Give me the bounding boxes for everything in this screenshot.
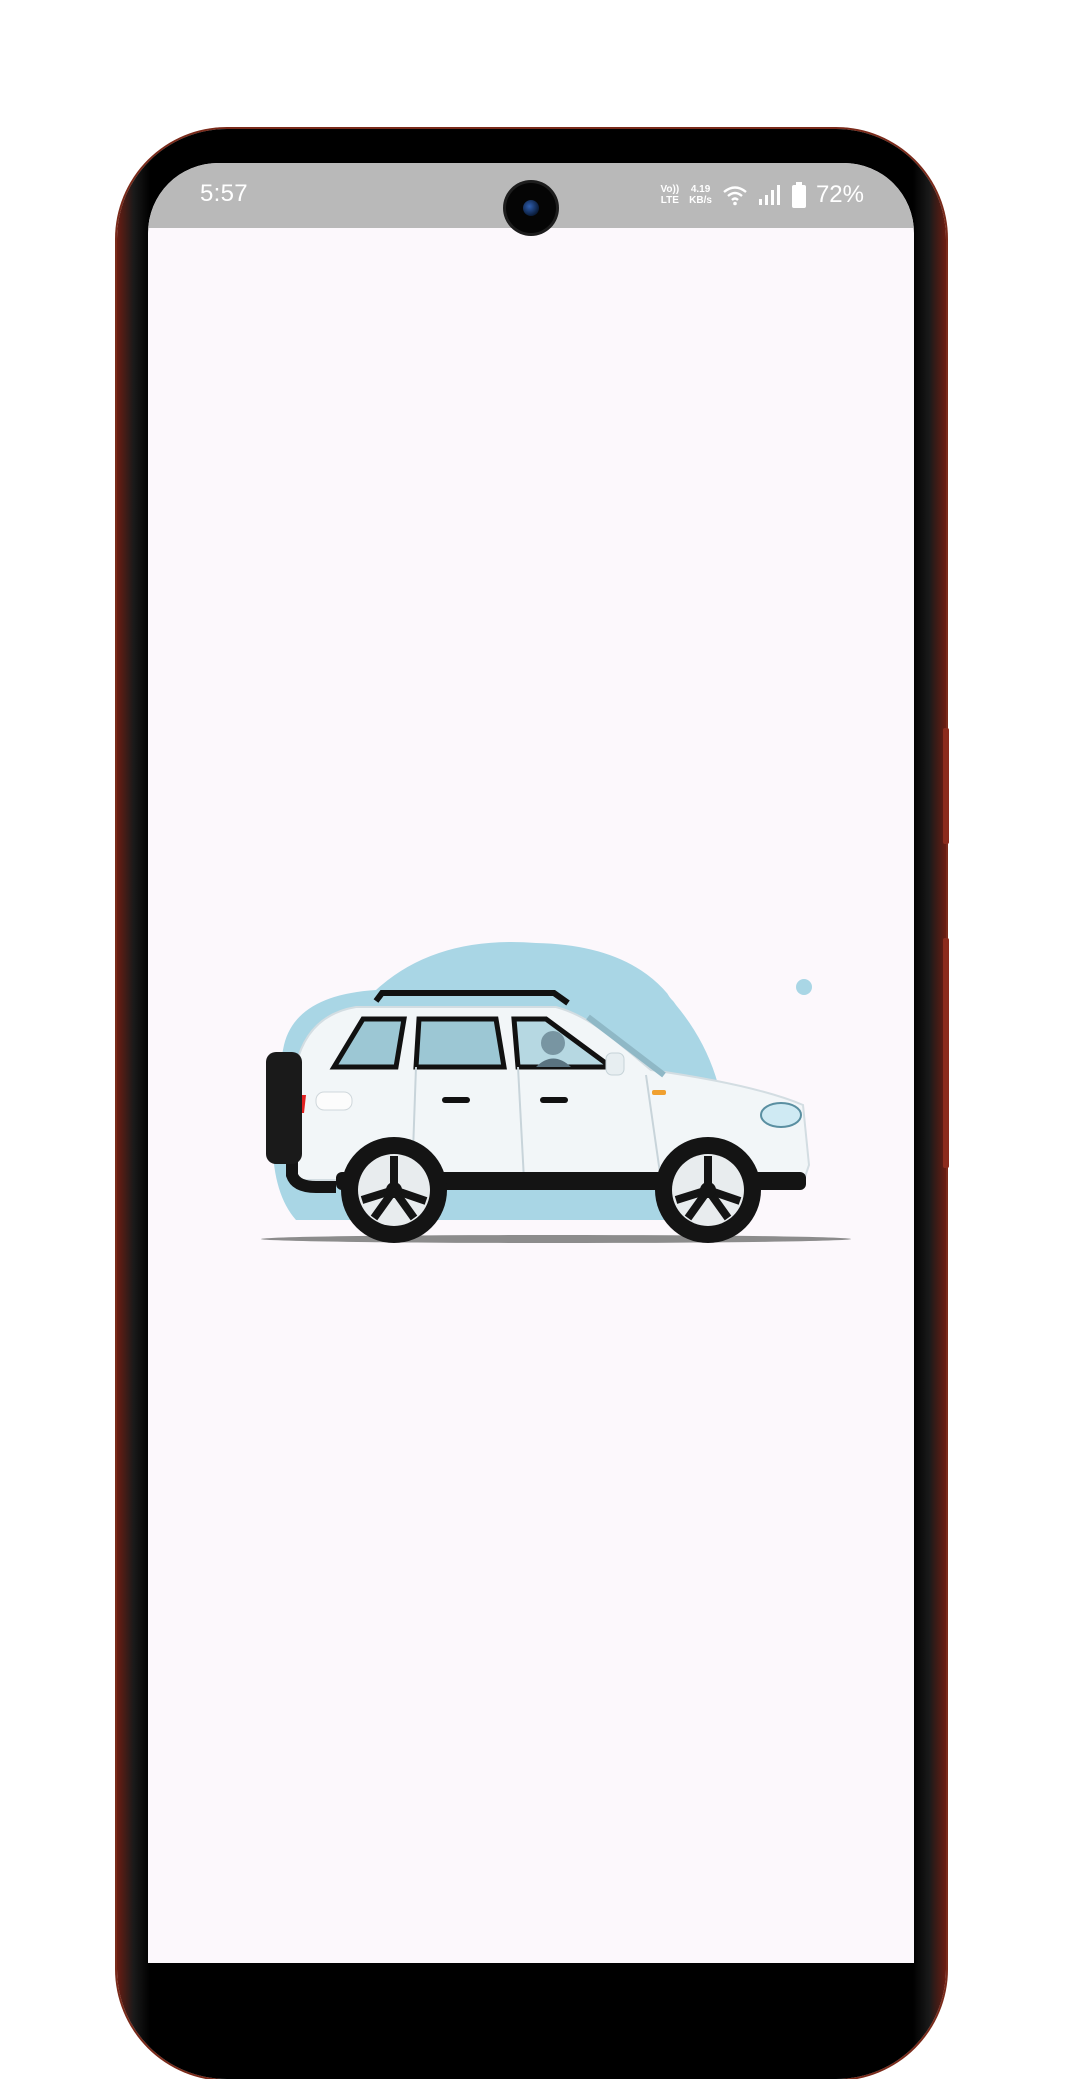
ground-shadow (261, 1235, 851, 1243)
front-wheel (655, 1137, 761, 1243)
power-button (943, 938, 949, 1168)
front-camera (506, 183, 556, 233)
bubble-small (796, 979, 812, 995)
car-illustration (261, 941, 851, 1243)
rear-wheel (341, 1137, 447, 1243)
indicator-light (652, 1090, 666, 1095)
signal-icon (758, 184, 782, 206)
network-speed: 4.19 KB/s (689, 184, 712, 206)
middle-window (413, 1016, 507, 1070)
spare-wheel (266, 1052, 302, 1164)
rear-reflector (315, 1091, 353, 1111)
status-icons: Vo)) LTE 4.19 KB/s 72% (660, 177, 864, 213)
volte-icon: Vo)) LTE (660, 184, 680, 206)
headlight (760, 1102, 802, 1128)
driver-head (541, 1031, 565, 1055)
wifi-icon (722, 184, 748, 206)
battery-icon (791, 182, 806, 208)
status-bar: 5:57 Vo)) LTE 4.19 KB/s 72% (148, 163, 914, 233)
side-mirror (605, 1052, 625, 1076)
bubble-large (665, 959, 713, 1007)
door-handle-front (540, 1097, 568, 1103)
status-time: 5:57 (200, 180, 248, 207)
volume-button (943, 728, 949, 844)
battery-percent: 72% (815, 181, 864, 208)
door-handle-rear (442, 1097, 470, 1103)
